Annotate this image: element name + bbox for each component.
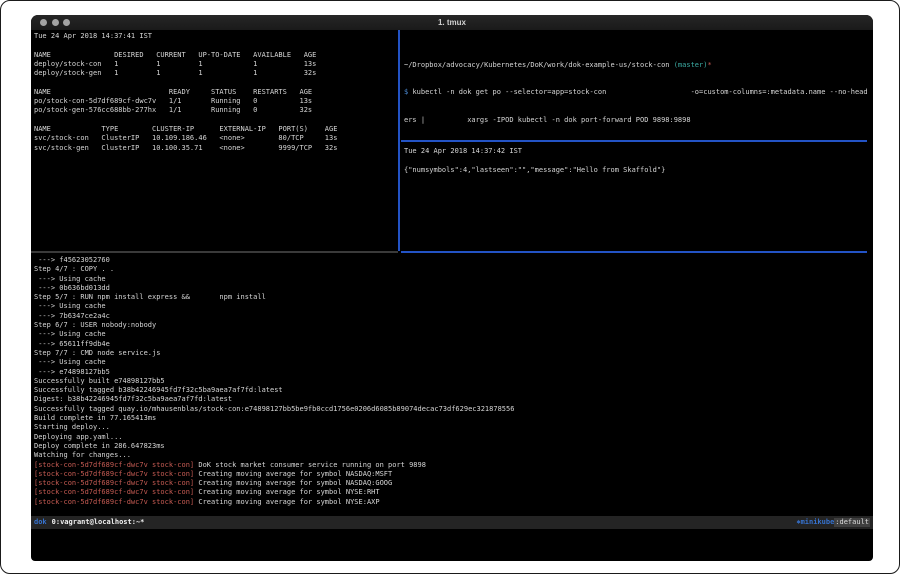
tmux-status-bar: dok 0:vagrant@localhost:~* ⎈ minikube :d…: [31, 516, 873, 529]
tmux-status-right: ⎈ minikube :default: [796, 518, 870, 527]
pod-log-line: [stock-con-5d7df689cf-dwc7v stock-con] C…: [34, 498, 873, 507]
pod-log-prefix: [stock-con-5d7df689cf-dwc7v stock-con]: [34, 461, 194, 469]
pane-port-forward[interactable]: ~/Dropbox/advocacy/Kubernetes/DoK/work/d…: [401, 30, 873, 140]
pod-log-prefix: [stock-con-5d7df689cf-dwc7v stock-con]: [34, 488, 194, 496]
prompt-line: ~/Dropbox/advocacy/Kubernetes/DoK/work/d…: [404, 61, 873, 70]
pane-curl-response[interactable]: Tue 24 Apr 2018 14:37:42 IST {"numsymbol…: [401, 142, 873, 251]
curl-response-output: Tue 24 Apr 2018 14:37:42 IST {"numsymbol…: [404, 147, 873, 175]
tmux-session-name[interactable]: dok: [34, 518, 47, 527]
kube-context: minikube: [801, 518, 835, 527]
pod-log-line: [stock-con-5d7df689cf-dwc7v stock-con] C…: [34, 479, 873, 488]
pod-log-prefix: [stock-con-5d7df689cf-dwc7v stock-con]: [34, 479, 194, 487]
pane-skaffold-log[interactable]: ---> f45623052760 Step 4/7 : COPY . . --…: [31, 253, 873, 516]
docker-build-output: ---> f45623052760 Step 4/7 : COPY . . --…: [34, 256, 873, 461]
pod-log-line: [stock-con-5d7df689cf-dwc7v stock-con] D…: [34, 461, 873, 470]
window-title: 1. tmux: [31, 18, 873, 27]
pod-log-prefix: [stock-con-5d7df689cf-dwc7v stock-con]: [34, 470, 194, 478]
command-text-1: kubectl -n dok get po --selector=app=sto…: [412, 88, 867, 96]
command-line-2: ers | xargs -IPOD kubectl -n dok port-fo…: [404, 116, 873, 125]
pod-log-prefix: [stock-con-5d7df689cf-dwc7v stock-con]: [34, 498, 194, 506]
command-text-2: ers | xargs -IPOD kubectl -n dok port-fo…: [404, 116, 691, 124]
terminal-content: Tue 24 Apr 2018 14:37:41 IST NAME DESIRE…: [31, 30, 873, 561]
window-titlebar[interactable]: 1. tmux: [31, 15, 873, 31]
screenshot-frame: 1. tmux Tue 24 Apr 2018 14:37:41 IST NAM…: [0, 0, 900, 574]
pane-kubectl-watch[interactable]: Tue 24 Apr 2018 14:37:41 IST NAME DESIRE…: [31, 30, 398, 251]
command-line-1: $ kubectl -n dok get po --selector=app=s…: [404, 88, 873, 97]
git-dirty-flag: *: [707, 61, 711, 69]
terminal-window[interactable]: 1. tmux Tue 24 Apr 2018 14:37:41 IST NAM…: [31, 15, 873, 561]
pane-divider-vertical[interactable]: [398, 30, 400, 251]
cwd-path: ~/Dropbox/advocacy/Kubernetes/DoK/work/d…: [404, 61, 674, 69]
pod-log-line: [stock-con-5d7df689cf-dwc7v stock-con] C…: [34, 488, 873, 497]
kube-namespace: :default: [834, 518, 870, 527]
git-branch: (master): [674, 61, 708, 69]
tmux-window-item[interactable]: 0:vagrant@localhost:~*: [52, 518, 145, 527]
pod-log-line: [stock-con-5d7df689cf-dwc7v stock-con] C…: [34, 470, 873, 479]
kubectl-watch-output: Tue 24 Apr 2018 14:37:41 IST NAME DESIRE…: [34, 32, 398, 153]
